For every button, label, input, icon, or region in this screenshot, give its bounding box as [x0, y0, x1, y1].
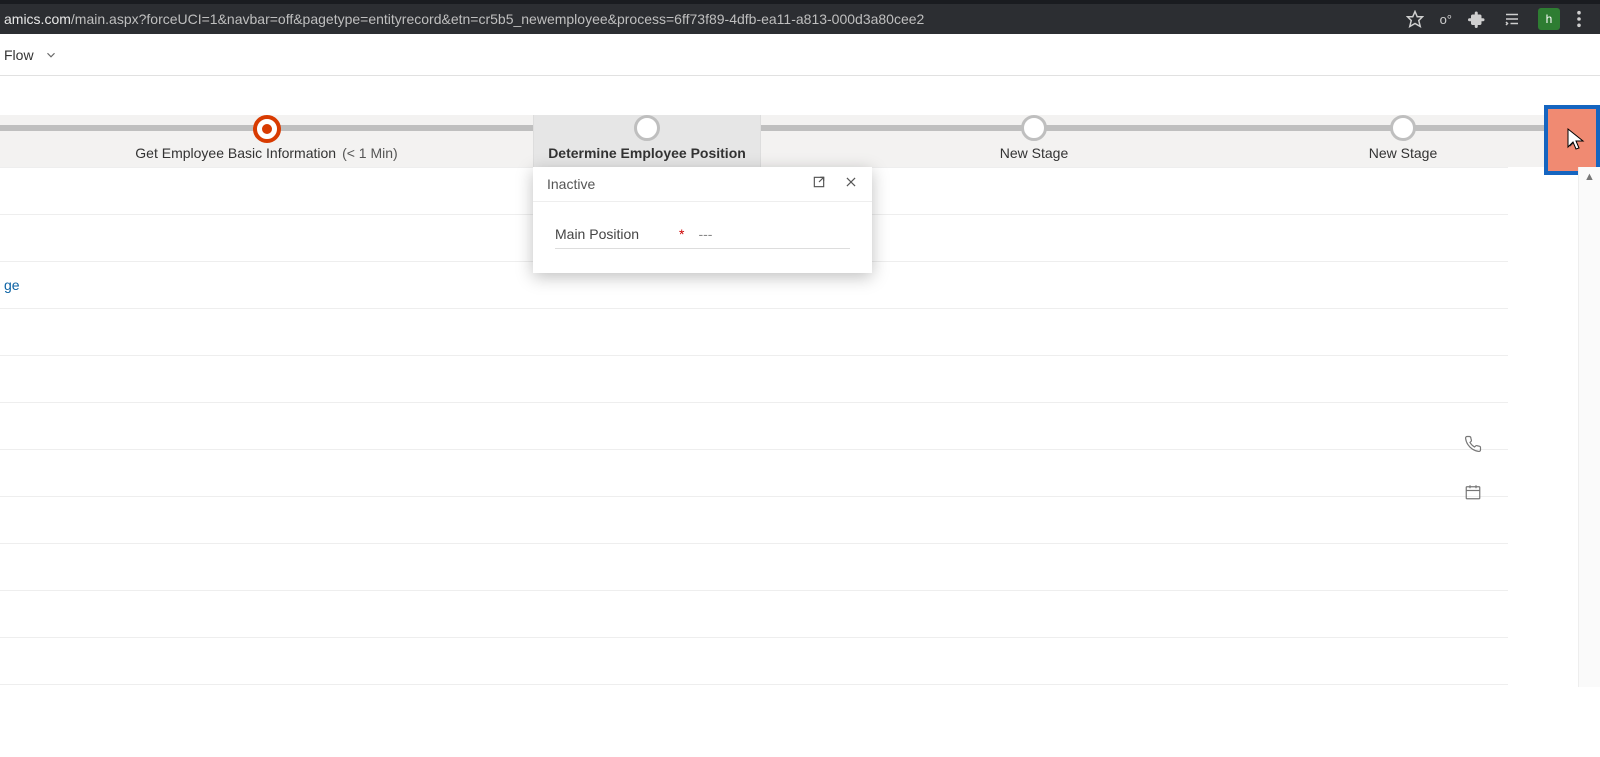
form-row[interactable]: [0, 543, 1508, 590]
flow-dropdown-label[interactable]: Flow: [4, 47, 34, 63]
bpf-stage-1[interactable]: Get Employee Basic Information (< 1 Min): [0, 115, 533, 167]
scroll-up-icon[interactable]: ▲: [1584, 171, 1595, 183]
bpf-stage-2[interactable]: Determine Employee Position: [533, 115, 761, 167]
profile-avatar[interactable]: h: [1538, 8, 1560, 30]
form-row[interactable]: [0, 684, 1508, 731]
vertical-scrollbar[interactable]: ▲: [1578, 167, 1600, 687]
bpf-stage-1-time: (< 1 Min): [342, 145, 398, 161]
dock-flyout-icon[interactable]: [812, 175, 826, 193]
browser-address-bar: amics.com/main.aspx?forceUCI=1&navbar=of…: [0, 4, 1600, 34]
bpf-stage-3-marker-icon: [1021, 115, 1047, 141]
extensions-icon[interactable]: [1468, 10, 1486, 28]
bpf-flyout-status: Inactive: [547, 176, 595, 192]
bookmark-star-icon[interactable]: [1406, 10, 1424, 28]
form-row[interactable]: [0, 496, 1508, 543]
form-row[interactable]: [0, 449, 1508, 496]
business-process-flow: Get Employee Basic Information (< 1 Min)…: [0, 115, 1600, 167]
bpf-stage-1-marker-icon: [253, 115, 281, 143]
bpf-stage-3-title: New Stage: [1000, 145, 1068, 161]
command-bar: Flow: [0, 34, 1600, 76]
link-text-fragment[interactable]: ge: [4, 277, 20, 293]
bpf-stage-4[interactable]: New Stage: [1307, 115, 1499, 167]
page-url[interactable]: amics.com/main.aspx?forceUCI=1&navbar=of…: [0, 11, 924, 27]
bpf-stage-4-title: New Stage: [1369, 145, 1437, 161]
calendar-icon[interactable]: [1464, 483, 1482, 506]
bpf-stage-flyout: Inactive Main Position * ---: [533, 167, 872, 273]
form-row[interactable]: [0, 308, 1508, 355]
bpf-stage-1-title: Get Employee Basic Information: [135, 145, 336, 161]
bpf-stage-2-marker-icon: [634, 115, 660, 141]
flyout-main-position-field[interactable]: Main Position * ---: [555, 220, 850, 249]
bpf-stage-4-marker-icon: [1390, 115, 1416, 141]
bpf-stage-2-title: Determine Employee Position: [548, 145, 746, 161]
bpf-stage-3[interactable]: New Stage: [761, 115, 1307, 167]
form-row[interactable]: [0, 402, 1508, 449]
chrome-menu-icon[interactable]: [1576, 10, 1582, 28]
required-asterisk-icon: *: [679, 226, 684, 242]
bpf-next-stage-button[interactable]: [1544, 105, 1600, 175]
form-row[interactable]: [0, 355, 1508, 402]
chevron-right-icon: [1563, 126, 1581, 154]
chevron-down-icon[interactable]: [44, 48, 58, 62]
site-info-icon[interactable]: o°: [1440, 12, 1452, 27]
flyout-main-position-value[interactable]: ---: [698, 226, 850, 242]
close-flyout-icon[interactable]: [844, 175, 858, 193]
phone-icon[interactable]: [1464, 435, 1482, 458]
flyout-main-position-label: Main Position: [555, 226, 665, 242]
reading-list-icon[interactable]: [1502, 10, 1522, 28]
form-row[interactable]: [0, 637, 1508, 684]
form-row[interactable]: [0, 590, 1508, 637]
